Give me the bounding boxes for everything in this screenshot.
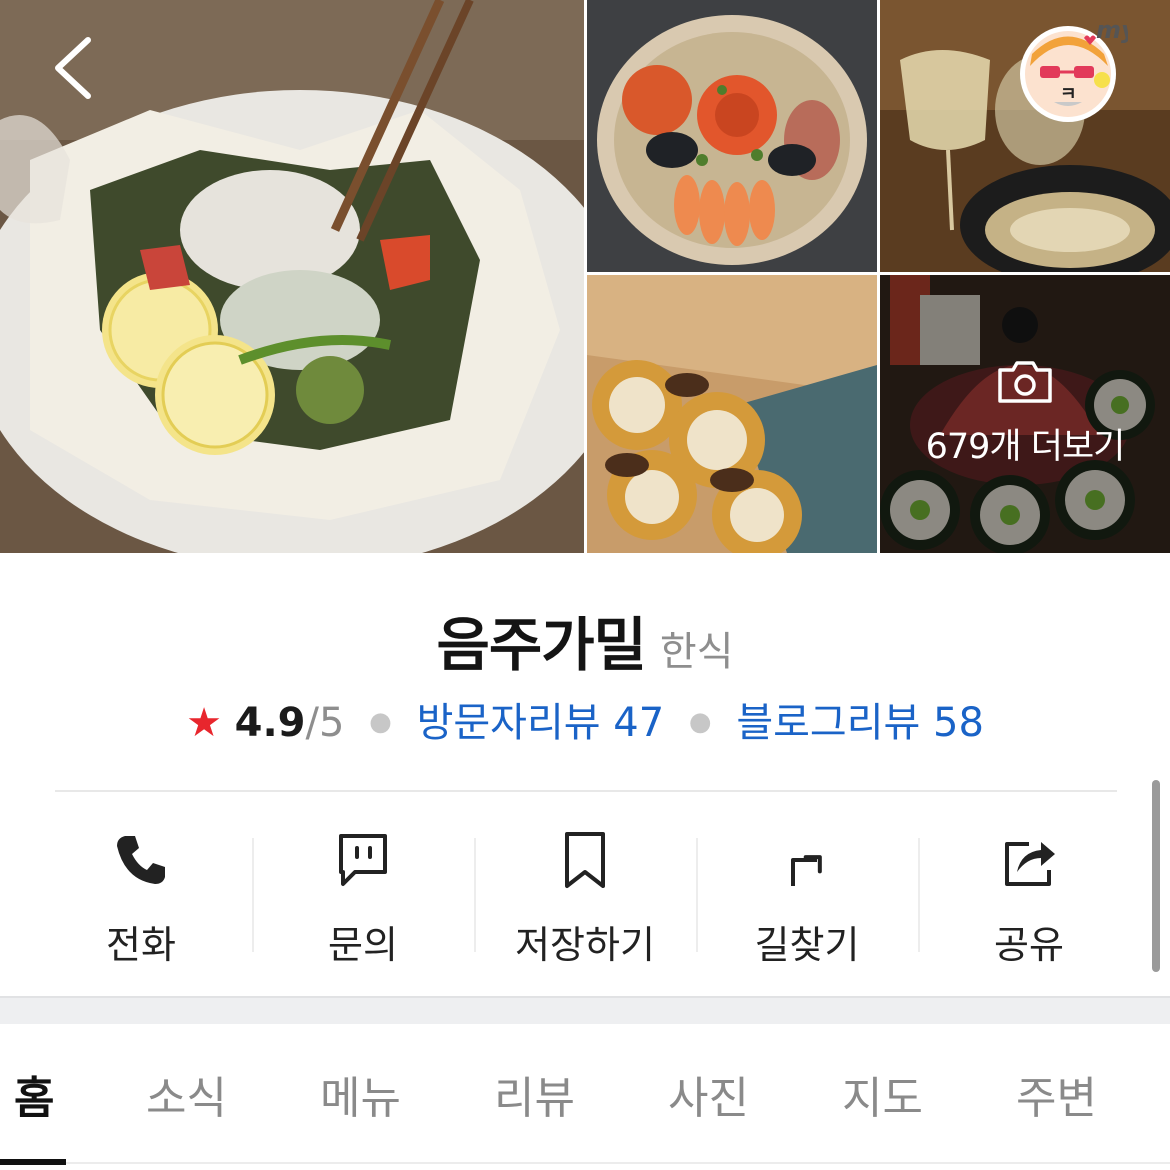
save-label: 저장하기	[515, 923, 655, 967]
camera-icon	[998, 360, 1052, 403]
back-button[interactable]	[40, 30, 110, 106]
active-tab-indicator	[0, 1159, 66, 1165]
inquiry-button[interactable]: 문의	[252, 820, 474, 970]
tab-home[interactable]: 홈	[14, 1062, 54, 1126]
my-badge: my	[1096, 16, 1128, 44]
my-profile-button[interactable]: my ㅋ	[1014, 14, 1138, 124]
place-category: 한식	[659, 629, 734, 675]
avatar-glyph: ㅋ	[1060, 84, 1077, 105]
call-button[interactable]: 전화	[30, 820, 252, 970]
tab-bar-border	[0, 1162, 1170, 1164]
tab-menu[interactable]: 메뉴	[320, 1062, 401, 1126]
directions-button[interactable]: 길찾기	[696, 820, 918, 970]
photo-gallery: 679개 더보기 my ㅋ	[0, 0, 1170, 553]
inquiry-label: 문의	[328, 923, 398, 967]
more-photos-label: 679개 더보기	[925, 426, 1126, 467]
divider	[55, 790, 1117, 792]
separator-dot: ●	[688, 707, 712, 737]
tab-news[interactable]: 소식	[146, 1062, 227, 1126]
place-title: 음주가밀 한식	[0, 598, 1170, 682]
star-icon: ★	[186, 700, 222, 746]
directions-label: 길찾기	[754, 923, 860, 967]
blog-reviews-link[interactable]: 블로그리뷰 58	[736, 700, 984, 746]
croquette-photo[interactable]	[587, 275, 877, 553]
scrollbar[interactable]	[1152, 780, 1160, 972]
rating-max: /5	[305, 700, 345, 746]
tab-reviews[interactable]: 리뷰	[494, 1062, 575, 1126]
tab-nearby[interactable]: 주변	[1016, 1062, 1097, 1126]
visitor-reviews-link[interactable]: 방문자리뷰 47	[417, 700, 665, 746]
tartare-photo[interactable]: 679개 더보기	[880, 275, 1170, 553]
tab-bar: 홈 소식 메뉴 리뷰 사진 지도 주변	[0, 1024, 1170, 1170]
share-button[interactable]: 공유	[918, 820, 1140, 970]
rating-row: ★ 4.9/5 ● 방문자리뷰 47 ● 블로그리뷰 58	[0, 690, 1170, 748]
share-label: 공유	[994, 923, 1064, 967]
seafood-photo-image	[587, 0, 877, 272]
separator-dot: ●	[369, 707, 392, 737]
croquette-photo-image	[587, 275, 877, 553]
section-divider	[0, 996, 1170, 1024]
bookmark-icon	[565, 832, 605, 888]
rating-score: 4.9	[234, 700, 306, 746]
phone-icon	[117, 836, 165, 884]
tab-map[interactable]: 지도	[842, 1062, 923, 1126]
chat-icon	[339, 834, 387, 886]
avatar: my ㅋ	[1020, 16, 1138, 122]
action-bar: 전화 문의 저장하기 길찾기 공유	[30, 820, 1140, 970]
tab-photos[interactable]: 사진	[668, 1062, 749, 1126]
more-photos-overlay[interactable]: 679개 더보기	[880, 275, 1170, 553]
directions-icon	[791, 855, 822, 886]
place-name: 음주가밀	[436, 611, 646, 679]
seafood-photo[interactable]	[587, 0, 877, 272]
call-label: 전화	[106, 923, 176, 967]
save-button[interactable]: 저장하기	[474, 820, 696, 970]
chevron-left-icon	[55, 37, 91, 99]
share-icon	[1005, 842, 1055, 886]
